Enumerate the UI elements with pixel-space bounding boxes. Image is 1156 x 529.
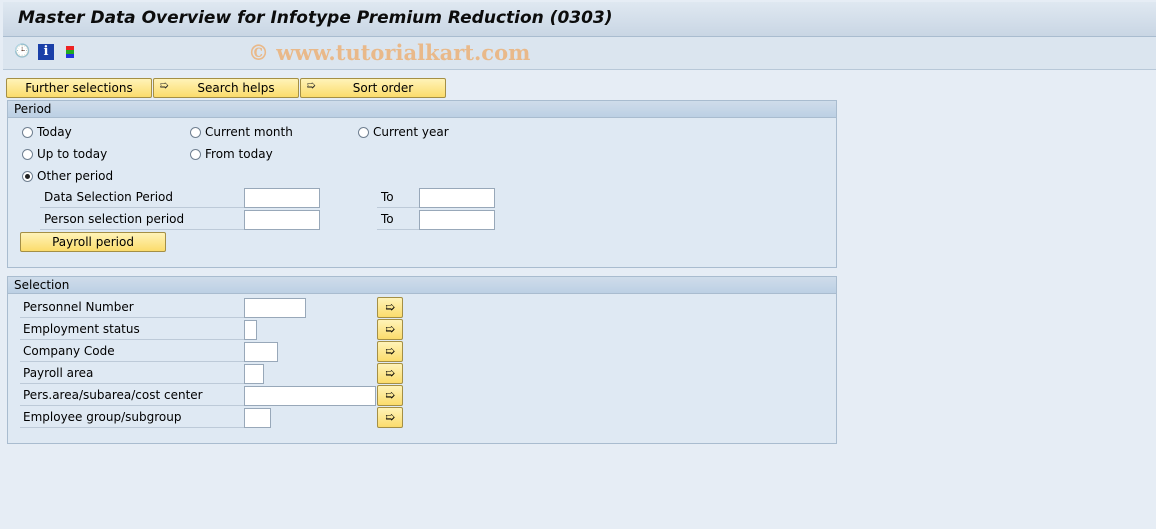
multiple-selection-button[interactable]: ➯ — [377, 297, 403, 318]
selection-input[interactable] — [244, 320, 257, 340]
execute-clock-icon[interactable]: 🕒 — [14, 44, 30, 60]
person-selection-label: Person selection period — [40, 210, 244, 230]
selection-label: Employment status — [20, 320, 244, 340]
layout-icon[interactable] — [62, 44, 78, 60]
data-selection-label: Data Selection Period — [40, 188, 244, 208]
multiple-selection-button[interactable]: ➯ — [377, 407, 403, 428]
multiple-selection-button[interactable]: ➯ — [377, 319, 403, 340]
arrow-right-icon: ➯ — [384, 366, 396, 380]
selection-input[interactable] — [244, 342, 278, 362]
selection-input[interactable] — [244, 386, 376, 406]
radio-label: Other period — [37, 169, 114, 183]
selection-label: Personnel Number — [20, 298, 244, 318]
radio-button[interactable] — [22, 127, 33, 138]
arrow-right-icon: ➯ — [384, 322, 396, 336]
multiple-selection-button[interactable]: ➯ — [377, 341, 403, 362]
arrow-right-icon: ➯ — [384, 344, 396, 358]
selection-header: Selection — [8, 277, 836, 294]
radio-button[interactable] — [22, 149, 33, 160]
person-selection-to-input[interactable] — [419, 210, 495, 230]
selection-input[interactable] — [244, 298, 306, 318]
watermark: © www.tutorialkart.com — [248, 40, 531, 65]
payroll-period-button[interactable]: Payroll period — [20, 232, 166, 252]
button-label: Search helps — [197, 81, 275, 95]
person-selection-from-input[interactable] — [244, 210, 320, 230]
radio-label: From today — [205, 147, 273, 161]
selection-input[interactable] — [244, 364, 264, 384]
info-icon[interactable]: i — [38, 44, 54, 60]
selection-input[interactable] — [244, 408, 271, 428]
multiple-selection-button[interactable]: ➯ — [377, 385, 403, 406]
radio-button[interactable] — [190, 127, 201, 138]
arrow-right-icon: ➯ — [384, 300, 396, 314]
radio-label: Up to today — [37, 147, 108, 161]
data-selection-to-input[interactable] — [419, 188, 495, 208]
toolbar — [3, 37, 1156, 70]
arrow-right-icon: ➯ — [384, 410, 396, 424]
page-title: Master Data Overview for Infotype Premiu… — [18, 8, 613, 28]
radio-button[interactable] — [358, 127, 369, 138]
sort-order-button[interactable]: ➯ Sort order — [300, 78, 446, 98]
radio-label: Current month — [205, 125, 293, 139]
selection-label: Employee group/subgroup — [20, 408, 244, 428]
radio-button[interactable] — [190, 149, 201, 160]
arrow-right-icon: ➯ — [384, 388, 396, 402]
further-selections-button[interactable]: Further selections — [6, 78, 152, 98]
radio-button[interactable] — [22, 171, 33, 182]
to-label: To — [377, 188, 419, 208]
multiple-selection-button[interactable]: ➯ — [377, 363, 403, 384]
selection-label: Payroll area — [20, 364, 244, 384]
button-label: Sort order — [352, 81, 414, 95]
selection-label: Pers.area/subarea/cost center — [20, 386, 244, 406]
radio-label: Today — [37, 125, 72, 139]
period-header: Period — [8, 101, 836, 118]
search-helps-button[interactable]: ➯ Search helps — [153, 78, 299, 98]
arrow-right-icon: ➯ — [306, 79, 316, 92]
selection-label: Company Code — [20, 342, 244, 362]
button-label: Further selections — [25, 81, 133, 95]
data-selection-from-input[interactable] — [244, 188, 320, 208]
arrow-right-icon: ➯ — [159, 79, 169, 92]
to-label: To — [377, 210, 419, 230]
radio-label: Current year — [373, 125, 449, 139]
